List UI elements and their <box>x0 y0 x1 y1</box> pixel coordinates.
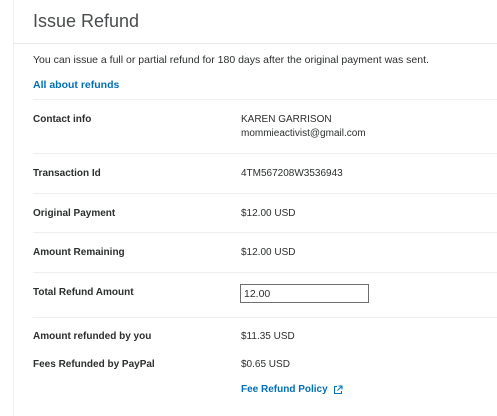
transaction-id-label: Transaction Id <box>33 168 101 179</box>
all-about-refunds-link[interactable]: All about refunds <box>33 79 119 91</box>
fees-refunded-label: Fees Refunded by PayPal <box>33 359 155 370</box>
refund-amount-input[interactable] <box>240 284 369 303</box>
row-divider <box>33 232 497 233</box>
panel-left-border <box>13 0 14 416</box>
fee-refund-policy-link[interactable]: Fee Refund Policy <box>241 384 343 395</box>
external-link-icon <box>333 385 343 394</box>
row-divider <box>33 99 497 100</box>
total-refund-amount-label: Total Refund Amount <box>33 287 134 298</box>
row-divider <box>33 317 497 318</box>
contact-email: mommieactivist@gmail.com <box>241 128 366 139</box>
amount-refunded-value: $11.35 USD <box>241 331 295 342</box>
fees-refunded-value: $0.65 USD <box>241 359 290 370</box>
amount-refunded-label: Amount refunded by you <box>33 331 152 342</box>
original-payment-label: Original Payment <box>33 208 116 219</box>
row-divider <box>33 193 497 194</box>
amount-remaining-label: Amount Remaining <box>33 247 125 258</box>
contact-name: KAREN GARRISON <box>241 114 332 125</box>
row-divider <box>33 153 497 154</box>
original-payment-value: $12.00 USD <box>241 208 296 219</box>
header-divider <box>14 43 497 44</box>
page-title: Issue Refund <box>33 11 140 31</box>
row-divider <box>33 272 497 273</box>
transaction-id-value: 4TM567208W3536943 <box>241 168 343 179</box>
amount-remaining-value: $12.00 USD <box>241 247 296 258</box>
contact-info-label: Contact info <box>33 114 92 125</box>
intro-text: You can issue a full or partial refund f… <box>33 54 429 66</box>
fee-refund-policy-label: Fee Refund Policy <box>241 384 328 395</box>
